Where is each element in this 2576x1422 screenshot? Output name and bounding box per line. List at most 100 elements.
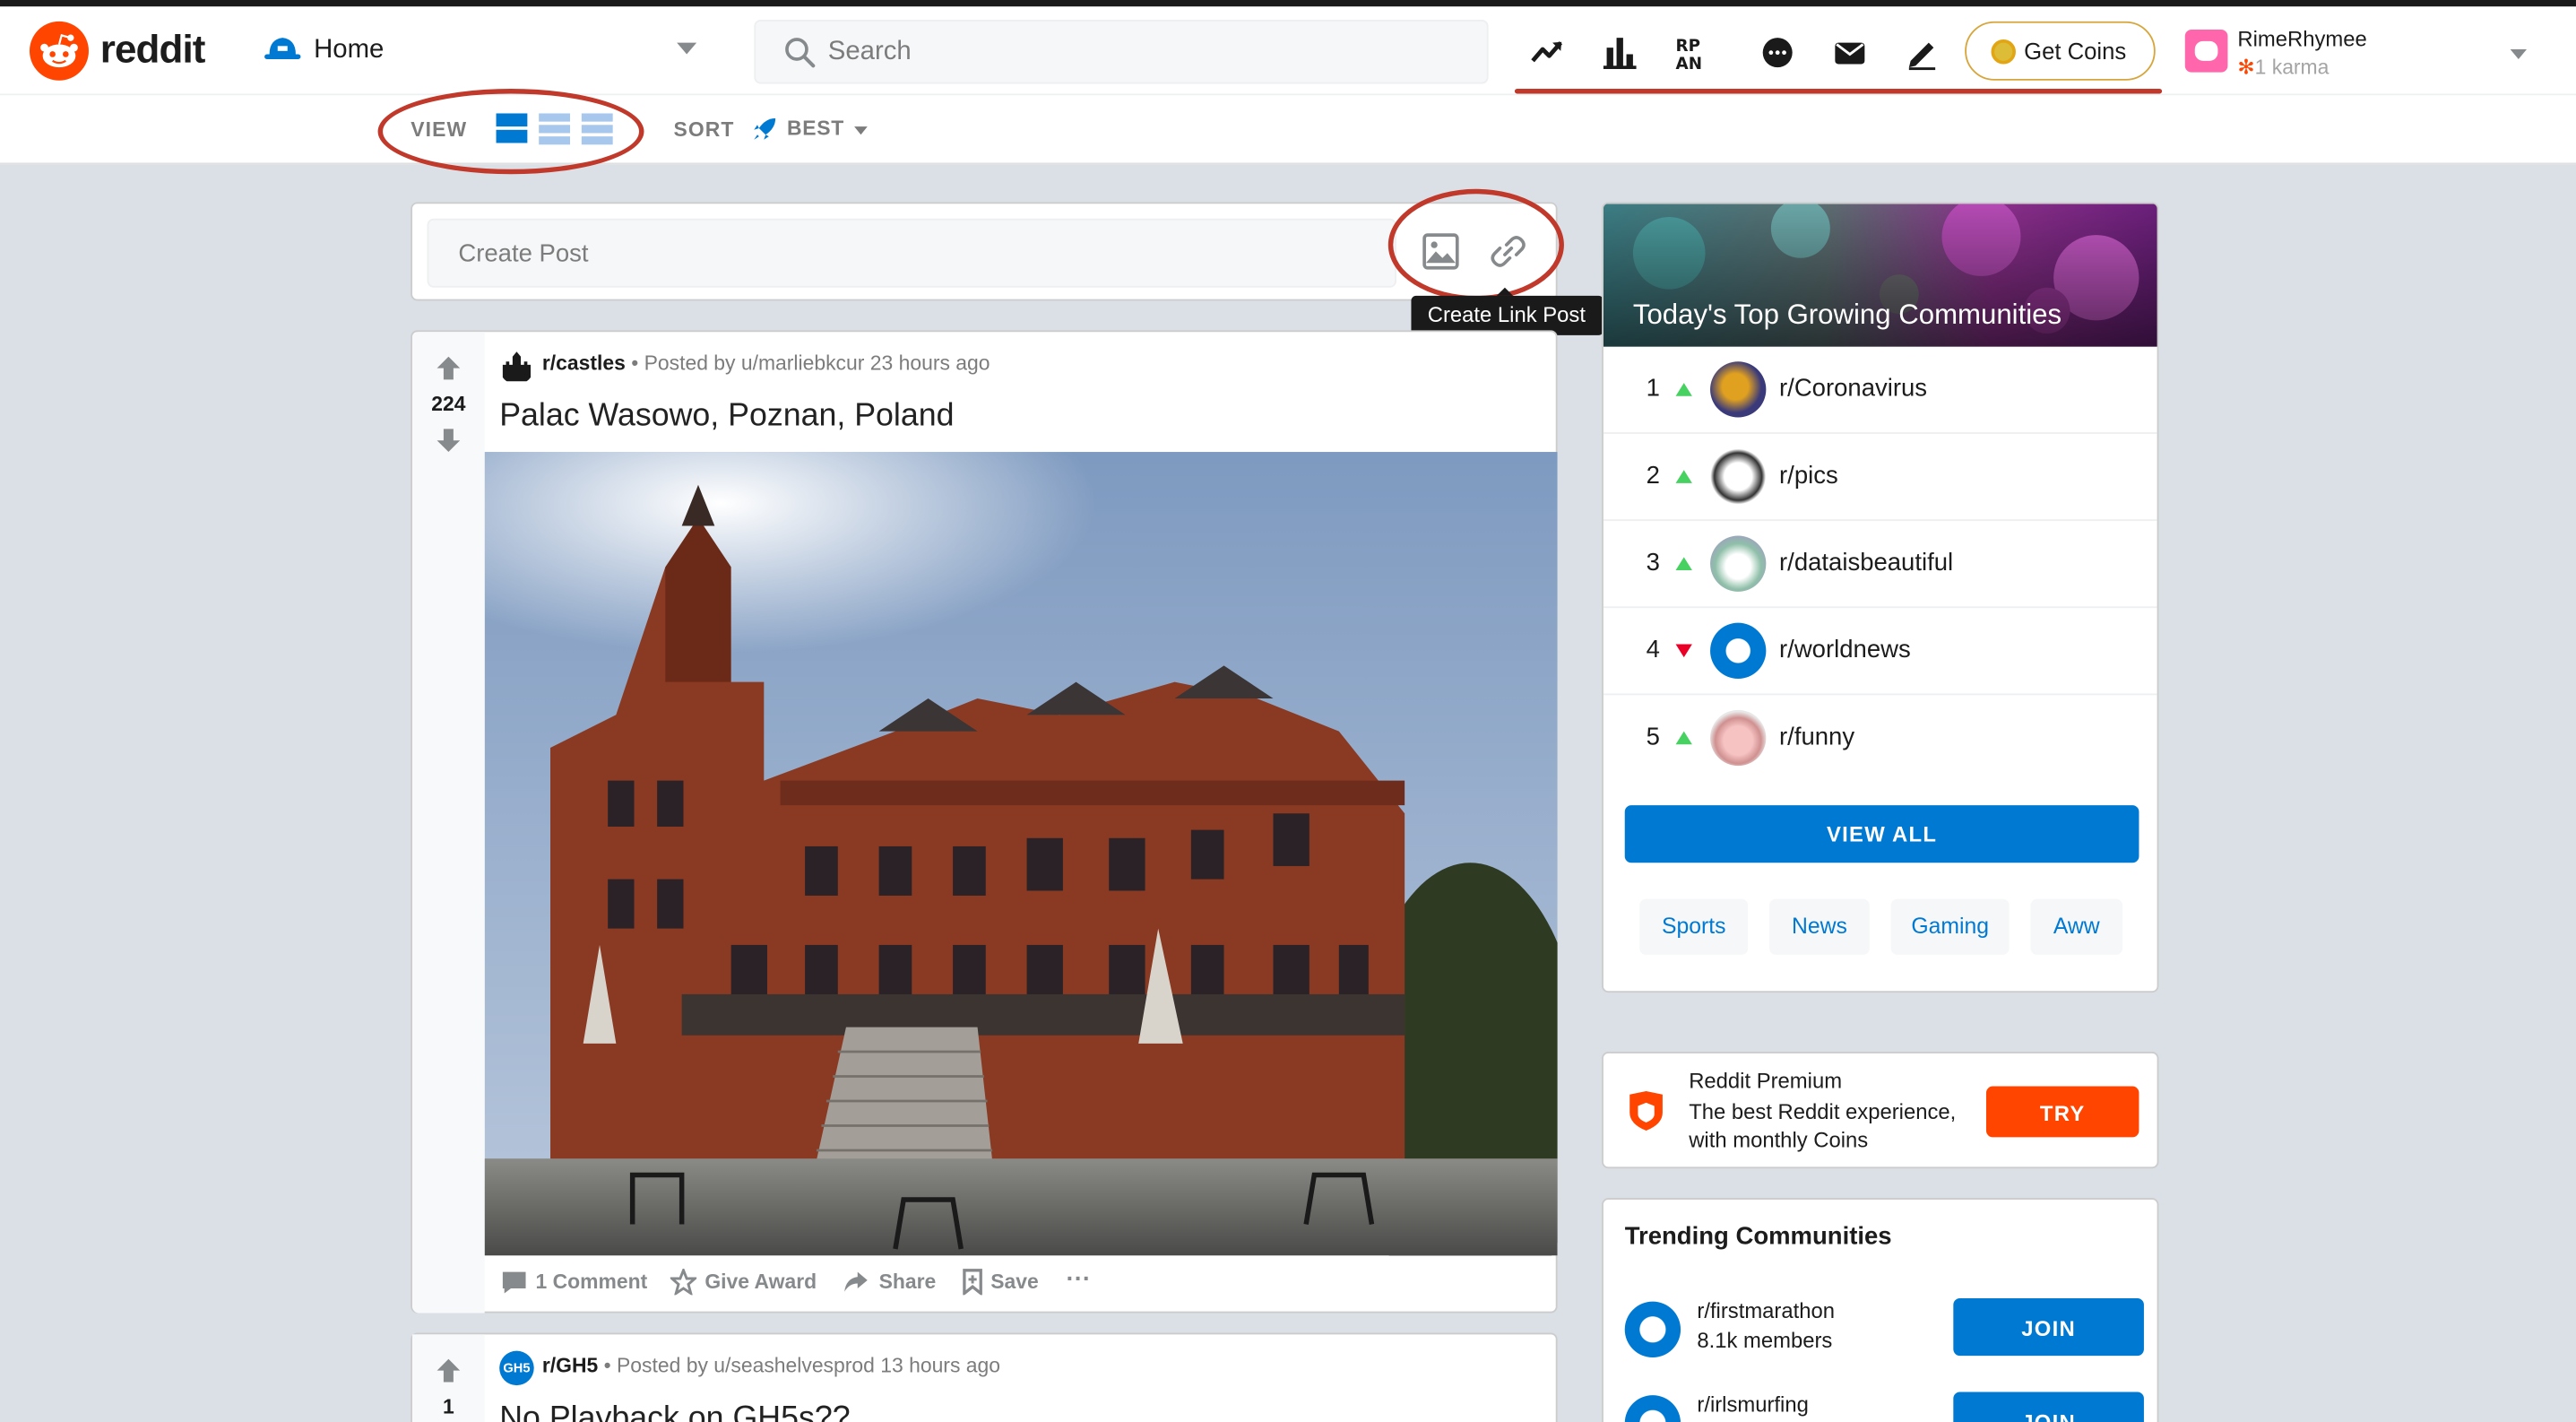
annotation-circle-view: [377, 88, 644, 175]
subreddit-link[interactable]: r/castles: [542, 351, 626, 375]
sort-dropdown[interactable]: BEST: [751, 113, 883, 146]
user-menu-dropdown[interactable]: RimeRhymee ✻1 karma: [2182, 23, 2543, 89]
community-rank: 1: [1646, 374, 1660, 403]
share-button[interactable]: Share: [879, 1270, 937, 1294]
upvote-icon[interactable]: [436, 1357, 462, 1383]
view-all-button[interactable]: VIEW ALL: [1624, 805, 2139, 863]
trending-row: r/firstmarathon 8.1k members JOIN: [1624, 1297, 2151, 1364]
subreddit-link[interactable]: r/GH5: [542, 1354, 598, 1377]
more-options-icon[interactable]: ···: [1067, 1265, 1091, 1293]
trend-up-icon: [1675, 470, 1692, 483]
trending-title: Trending Communities: [1624, 1222, 1892, 1251]
community-row[interactable]: 5 r/funny: [1604, 695, 2157, 782]
trend-down-icon: [1675, 644, 1692, 658]
post-card[interactable]: 224 r/castles • Posted by u/marliebkcur …: [411, 330, 1558, 1314]
castles-subreddit-icon[interactable]: [499, 350, 534, 385]
join-button[interactable]: JOIN: [1953, 1297, 2144, 1357]
community-avatar[interactable]: [1624, 1395, 1681, 1422]
community-name[interactable]: r/firstmarathon: [1697, 1298, 1835, 1322]
posted-by[interactable]: Posted by u/seashelvesprod 13 hours ago: [617, 1354, 1000, 1377]
save-bookmark-icon: [963, 1269, 982, 1296]
username: RimeRhymee: [2237, 26, 2367, 51]
posted-by[interactable]: Posted by u/marliebkcur 23 hours ago: [644, 351, 990, 375]
upvote-icon[interactable]: [436, 355, 462, 381]
rpan-icon[interactable]: RP AN: [1674, 34, 1710, 71]
chat-icon[interactable]: [1759, 34, 1795, 70]
mail-icon[interactable]: [1832, 34, 1868, 70]
community-row[interactable]: 3 r/dataisbeautiful: [1603, 521, 2157, 609]
sidebar-title: Today's Top Growing Communities: [1632, 299, 2062, 331]
join-button[interactable]: JOIN: [1953, 1392, 2144, 1422]
view-sort-bar: VIEW SORT BEST: [0, 88, 2576, 175]
post-meta: r/GH5 • Posted by u/seashelvesprod 13 ho…: [541, 1354, 1001, 1377]
svg-text:AN: AN: [1676, 55, 1703, 71]
category-pill-news[interactable]: News: [1769, 898, 1870, 955]
community-name[interactable]: r/funny: [1779, 723, 1854, 750]
gh5-subreddit-icon[interactable]: GH5: [499, 1350, 534, 1386]
get-coins-button[interactable]: Get Coins: [1965, 21, 2156, 81]
trending-communities-card: Trending Communities r/firstmarathon 8.1…: [1602, 1198, 2159, 1422]
reddit-wordmark[interactable]: reddit: [100, 28, 206, 74]
trend-up-icon: [1675, 557, 1692, 571]
community-rank: 5: [1646, 723, 1660, 751]
annotation-circle-create: [1387, 188, 1564, 301]
category-pill-aww[interactable]: Aww: [2030, 898, 2123, 955]
vote-score: 1: [442, 1395, 454, 1418]
community-rank: 4: [1646, 636, 1660, 664]
create-post-pencil-icon[interactable]: [1904, 34, 1940, 71]
community-avatar: [1710, 709, 1767, 767]
comments-button[interactable]: 1 Comment: [536, 1270, 648, 1294]
community-name[interactable]: r/irlsmurfing: [1697, 1392, 1808, 1416]
create-post-input[interactable]: Create Post: [427, 218, 1396, 288]
save-button[interactable]: Save: [990, 1270, 1039, 1294]
community-name[interactable]: r/pics: [1779, 462, 1838, 490]
community-row[interactable]: 2 r/pics: [1603, 434, 2157, 522]
community-avatar[interactable]: [1624, 1301, 1681, 1357]
search-icon: [785, 38, 816, 68]
category-pill-gaming[interactable]: Gaming: [1890, 898, 2010, 955]
sort-value: BEST: [786, 117, 844, 140]
sort-label: SORT: [673, 117, 735, 142]
vote-column: 1: [412, 1334, 485, 1422]
reddit-logo-icon[interactable]: [29, 21, 89, 81]
annotation-underline: [1514, 88, 2163, 94]
community-name[interactable]: r/dataisbeautiful: [1779, 549, 1953, 577]
community-name[interactable]: r/worldnews: [1779, 636, 1911, 663]
community-row[interactable]: 1 r/Coronavirus: [1603, 347, 2157, 434]
karma-label: 1 karma: [2254, 56, 2330, 79]
chevron-down-icon: [854, 126, 868, 135]
downvote-icon[interactable]: [436, 428, 462, 454]
comment-icon: [502, 1271, 526, 1294]
give-award-button[interactable]: Give Award: [705, 1270, 817, 1294]
chevron-down-icon: [2510, 48, 2528, 59]
window-top-strip: [0, 0, 2576, 7]
community-row[interactable]: 4 r/worldnews: [1603, 608, 2157, 696]
community-rank: 2: [1646, 462, 1660, 490]
search-input[interactable]: Search: [754, 19, 1489, 84]
vote-score: 224: [431, 393, 466, 416]
create-post-card: Create Post: [411, 202, 1558, 301]
link-post-tooltip: Create Link Post: [1411, 287, 1604, 335]
post-meta: r/castles • Posted by u/marliebkcur 23 h…: [541, 351, 990, 375]
award-icon: [670, 1268, 697, 1296]
post-image[interactable]: [484, 452, 1558, 1256]
category-pill-sports[interactable]: Sports: [1639, 898, 1749, 955]
try-premium-button[interactable]: TRY: [1985, 1086, 2139, 1138]
karma-icon: ✻: [2237, 56, 2255, 79]
community-name[interactable]: r/Coronavirus: [1779, 375, 1927, 403]
post-card[interactable]: 1 GH5 r/GH5 • Posted by u/seashelvesprod…: [411, 1332, 1558, 1422]
karma-count: ✻1 karma: [2237, 54, 2330, 79]
search-placeholder: Search: [827, 38, 912, 66]
premium-title: Reddit Premium: [1689, 1068, 1843, 1093]
post-title[interactable]: Palac Wasowo, Poznan, Poland: [499, 398, 954, 436]
coin-icon: [1991, 39, 2016, 65]
community-avatar: [1710, 535, 1767, 592]
post-title[interactable]: No Playback on GH5s??: [499, 1400, 850, 1422]
community-avatar: [1710, 361, 1767, 418]
feed-selector-label: Home: [314, 36, 385, 65]
community-avatar: [1710, 448, 1767, 505]
popular-trending-icon[interactable]: [1529, 34, 1565, 70]
avatar: [2184, 29, 2228, 73]
all-stats-icon[interactable]: [1602, 34, 1638, 70]
feed-selector-dropdown[interactable]: Home: [260, 23, 720, 79]
